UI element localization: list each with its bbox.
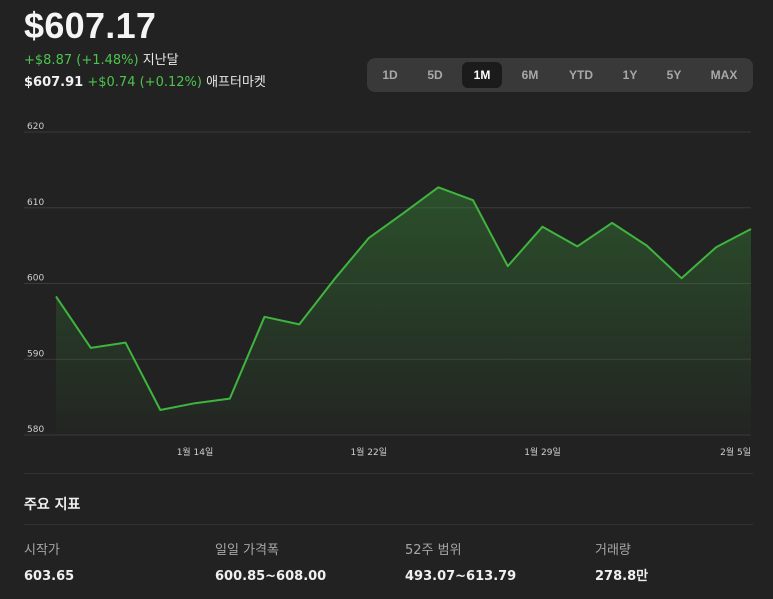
x-tick-label: 1월 22일 — [350, 446, 387, 458]
stat-52week-range: 52주 범위 493.07~613.79 — [405, 542, 516, 586]
section-divider — [24, 524, 753, 525]
y-tick-label: 590 — [27, 349, 44, 359]
stat-day-range-value: 600.85~608.00 — [215, 569, 327, 584]
stat-open-value: 603.65 — [24, 569, 75, 584]
key-stats-title: 주요 지표 — [24, 497, 81, 513]
range-ytd-button[interactable]: YTD — [559, 62, 603, 88]
y-tick-label: 580 — [27, 425, 44, 435]
period-change-value: +$8.87 (+1.48%) — [24, 53, 139, 68]
range-6m-button[interactable]: 6M — [513, 62, 547, 88]
range-max-button[interactable]: MAX — [701, 62, 747, 88]
y-tick-label: 600 — [27, 274, 44, 284]
x-tick-label: 2월 5일 — [720, 446, 751, 458]
stat-52week-range-value: 493.07~613.79 — [405, 569, 517, 584]
range-1y-button[interactable]: 1Y — [613, 62, 647, 88]
y-axis-ticks: 580 590 600 610 620 — [27, 122, 44, 435]
price-area-fill — [56, 187, 751, 435]
x-axis-ticks: 1월 14일 1월 22일 1월 29일 2월 5일 — [177, 446, 751, 458]
stat-open-label: 시작가 — [24, 543, 60, 558]
stat-open: 시작가 603.65 — [24, 542, 74, 586]
stat-52week-range-label: 52주 범위 — [405, 543, 462, 558]
stat-day-range-label: 일일 가격폭 — [215, 543, 279, 558]
period-change-label: 지난달 — [142, 53, 179, 68]
after-market-label: 애프터마켓 — [206, 75, 266, 90]
x-tick-label: 1월 29일 — [524, 446, 561, 458]
y-tick-label: 620 — [27, 122, 44, 132]
range-5d-button[interactable]: 5D — [418, 62, 452, 88]
x-tick-label: 1월 14일 — [177, 446, 214, 458]
stat-volume: 거래량 278.8만 — [595, 542, 648, 586]
range-1m-button[interactable]: 1M — [462, 62, 502, 88]
after-market-change: +$0.74 (+0.12%) — [87, 75, 202, 90]
current-price: $607.17 — [24, 5, 157, 46]
period-change: +$8.87 (+1.48%) 지난달 — [24, 52, 179, 70]
range-5y-button[interactable]: 5Y — [657, 62, 691, 88]
stat-volume-label: 거래량 — [595, 543, 631, 558]
range-1d-button[interactable]: 1D — [373, 62, 407, 88]
after-market-price: $607.91 — [24, 75, 84, 90]
after-market: $607.91 +$0.74 (+0.12%) 애프터마켓 — [24, 74, 266, 92]
stat-volume-value: 278.8만 — [595, 569, 649, 584]
price-chart: 580 590 600 610 620 1월 14일 1월 22일 1월 29일 2월 5일 — [24, 122, 752, 458]
stat-day-range: 일일 가격폭 600.85~608.00 — [215, 542, 326, 586]
y-tick-label: 610 — [27, 198, 44, 208]
section-divider-top — [24, 473, 753, 474]
time-range-selector: 1D 5D 1M 6M YTD 1Y 5Y MAX — [367, 58, 753, 92]
